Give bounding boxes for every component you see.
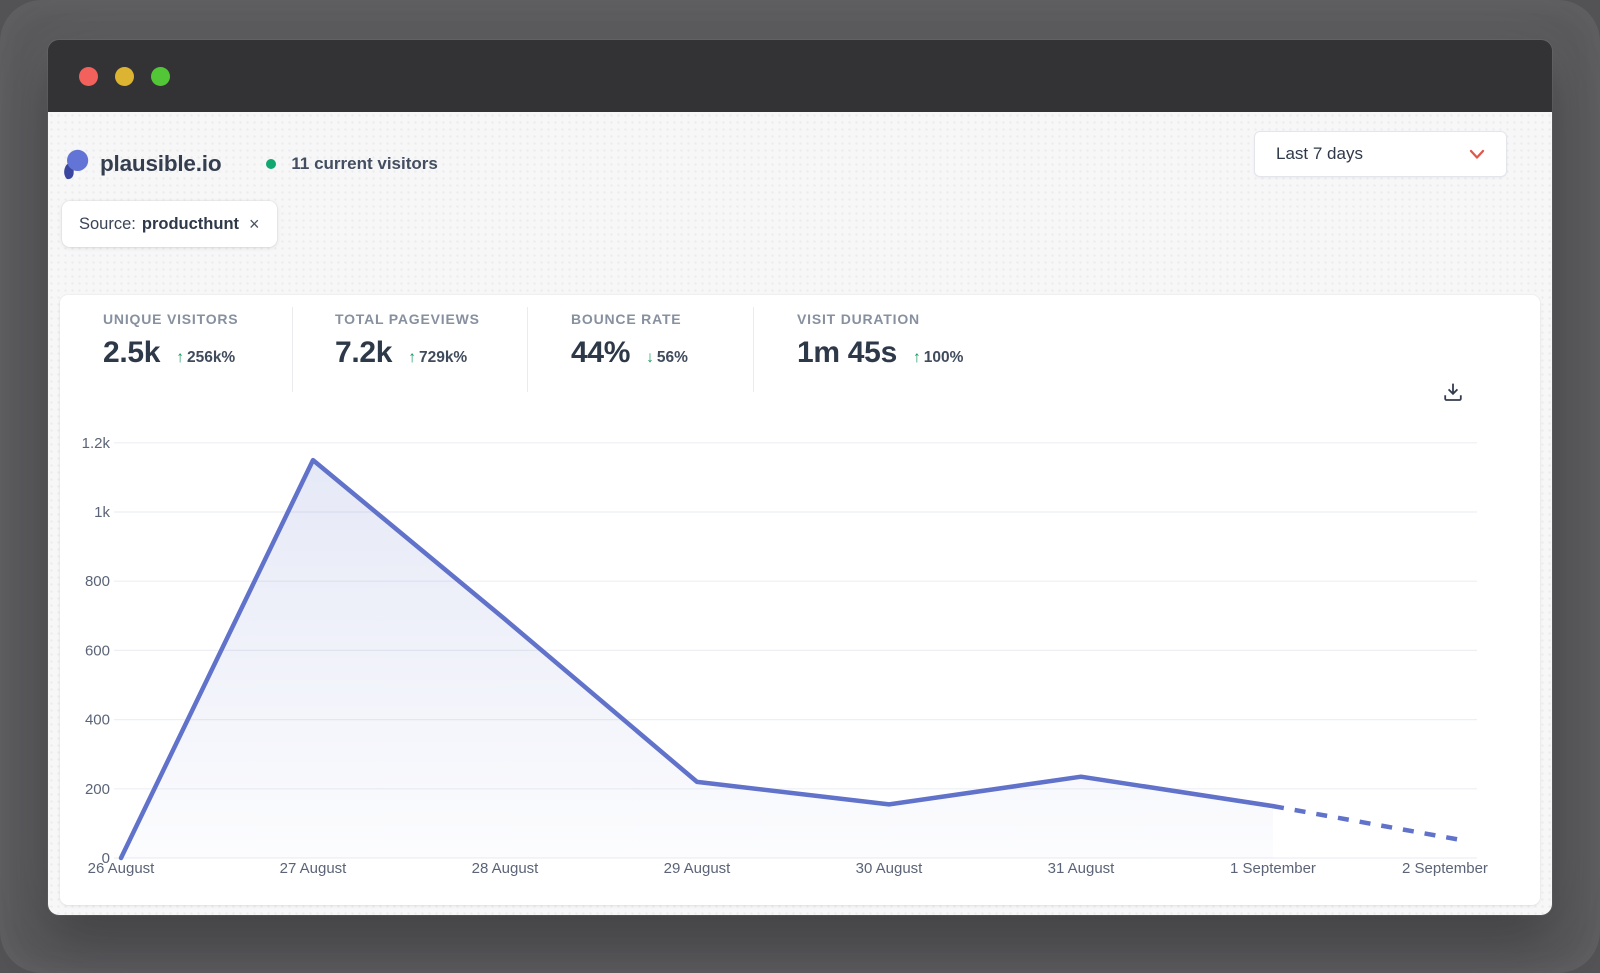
stat-unique-visitors[interactable]: UNIQUE VISITORS 2.5k ↑256k% <box>60 307 293 392</box>
stat-delta-value: 56% <box>657 349 688 366</box>
live-dot-icon <box>266 159 276 169</box>
svg-text:29 August: 29 August <box>664 860 732 877</box>
date-range-value: Last 7 days <box>1276 144 1363 164</box>
current-visitors-link[interactable]: 11 current visitors <box>266 154 437 174</box>
stat-total-pageviews[interactable]: TOTAL PAGEVIEWS 7.2k ↑729k% <box>293 307 528 392</box>
arrow-down-icon: ↓ <box>646 349 654 366</box>
stat-delta-value: 100% <box>924 349 964 366</box>
svg-text:28 August: 28 August <box>472 860 540 877</box>
svg-text:400: 400 <box>85 712 110 729</box>
svg-text:1k: 1k <box>94 504 110 521</box>
chevron-down-icon <box>1469 149 1485 160</box>
svg-text:27 August: 27 August <box>280 860 348 877</box>
svg-text:26 August: 26 August <box>88 860 156 877</box>
download-icon[interactable] <box>1443 383 1463 402</box>
stat-delta: ↑256k% <box>176 349 235 367</box>
current-visitors-label: 11 current visitors <box>291 154 437 174</box>
filter-chip-value: producthunt <box>142 215 239 234</box>
visitors-chart[interactable]: 1.2k1k8006004002000 26 August27 August28… <box>60 415 1540 905</box>
window-titlebar <box>48 40 1552 112</box>
arrow-up-icon: ↑ <box>408 349 416 366</box>
stat-delta-value: 729k% <box>419 349 467 366</box>
svg-text:2 September: 2 September <box>1402 860 1488 877</box>
svg-text:30 August: 30 August <box>856 860 924 877</box>
close-window-button[interactable] <box>79 67 98 86</box>
filter-chip-source[interactable]: Source: producthunt × <box>62 201 277 247</box>
stat-delta: ↑100% <box>913 349 963 367</box>
svg-text:31 August: 31 August <box>1048 860 1116 877</box>
svg-text:200: 200 <box>85 781 110 798</box>
svg-text:1 September: 1 September <box>1230 860 1316 877</box>
maximize-window-button[interactable] <box>151 67 170 86</box>
svg-text:800: 800 <box>85 573 110 590</box>
plausible-logo-icon <box>62 149 89 180</box>
chart-y-axis-labels: 1.2k1k8006004002000 <box>82 435 111 867</box>
stat-value: 44% <box>571 336 630 370</box>
stat-label: VISIT DURATION <box>797 311 1044 327</box>
brand-row: plausible.io 11 current visitors <box>62 141 438 187</box>
stat-delta-value: 256k% <box>187 349 235 366</box>
site-name[interactable]: plausible.io <box>100 151 221 177</box>
dashboard: plausible.io 11 current visitors Last 7 … <box>48 112 1552 915</box>
stats-row: UNIQUE VISITORS 2.5k ↑256k% TOTAL PAGEVI… <box>60 295 1540 392</box>
minimize-window-button[interactable] <box>115 67 134 86</box>
stat-bounce-rate[interactable]: BOUNCE RATE 44% ↓56% <box>528 307 754 392</box>
stat-value: 7.2k <box>335 336 392 370</box>
analytics-card: UNIQUE VISITORS 2.5k ↑256k% TOTAL PAGEVI… <box>60 295 1540 905</box>
stat-delta: ↓56% <box>646 349 688 367</box>
date-range-select[interactable]: Last 7 days <box>1254 131 1507 177</box>
stat-label: TOTAL PAGEVIEWS <box>335 311 527 327</box>
stat-value: 2.5k <box>103 336 160 370</box>
visitors-line-series <box>121 460 1465 858</box>
stat-delta: ↑729k% <box>408 349 467 367</box>
page-background: plausible.io 11 current visitors Last 7 … <box>0 0 1600 973</box>
browser-window: plausible.io 11 current visitors Last 7 … <box>48 40 1552 915</box>
stat-label: BOUNCE RATE <box>571 311 753 327</box>
svg-text:1.2k: 1.2k <box>82 435 111 452</box>
close-icon[interactable]: × <box>249 215 260 233</box>
stat-visit-duration[interactable]: VISIT DURATION 1m 45s ↑100% <box>754 307 1044 392</box>
chart-x-axis-labels: 26 August 27 August 28 August 29 August 30 A… <box>88 860 1488 877</box>
filter-chip-label: Source: <box>79 215 136 234</box>
arrow-up-icon: ↑ <box>913 349 921 366</box>
stat-value: 1m 45s <box>797 336 897 370</box>
arrow-up-icon: ↑ <box>176 349 184 366</box>
svg-text:600: 600 <box>85 642 110 659</box>
stat-label: UNIQUE VISITORS <box>103 311 292 327</box>
